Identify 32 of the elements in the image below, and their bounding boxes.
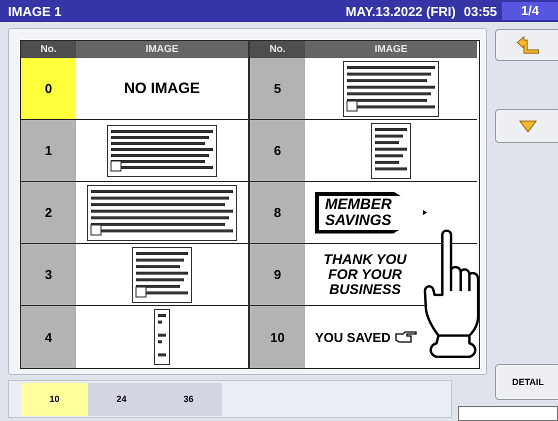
table-cell[interactable]: 1 <box>21 120 76 182</box>
date-text: MAY.13.2022 (FRI) <box>346 4 456 18</box>
column-header: IMAGE <box>76 41 248 58</box>
down-triangle-icon <box>519 120 537 132</box>
scroll-down-button[interactable] <box>495 109 558 143</box>
column-header: No. <box>250 41 305 58</box>
page-size-tab[interactable]: 36 <box>155 382 222 416</box>
input-field[interactable] <box>458 406 558 421</box>
table-cell[interactable]: 2 <box>21 182 76 244</box>
return-arrow-icon <box>515 36 541 54</box>
back-button[interactable] <box>495 29 558 61</box>
page-size-tab[interactable]: 10 <box>21 382 88 416</box>
no-image-text: NO IMAGE <box>124 80 200 97</box>
table-cell[interactable]: 5 <box>250 58 305 120</box>
arrow-sign: MEMBER SAVINGS <box>315 192 427 234</box>
detail-button[interactable]: DETAIL <box>495 364 558 400</box>
page-indicator: 1/4 <box>502 2 558 20</box>
table-cell[interactable]: 9 <box>250 244 305 306</box>
column-header: IMAGE <box>305 41 477 58</box>
column-header: No. <box>21 41 76 58</box>
screen-title: IMAGE 1 <box>8 4 62 18</box>
table-cell[interactable]: 0 <box>21 58 76 120</box>
pointing-hand-icon <box>394 331 417 343</box>
time-text: 03:55 <box>464 4 497 18</box>
table-cell[interactable]: 8 <box>250 182 305 244</box>
label-text: THANK YOU FOR YOUR BUSINESS <box>322 252 408 297</box>
table-cell[interactable]: 3 <box>21 244 76 306</box>
label-text: YOU SAVED <box>315 330 391 344</box>
page-size-tab[interactable]: 24 <box>88 382 155 416</box>
table-cell[interactable]: 10 <box>250 306 305 368</box>
table-cell[interactable]: 6 <box>250 120 305 182</box>
table-cell[interactable]: 4 <box>21 306 76 368</box>
